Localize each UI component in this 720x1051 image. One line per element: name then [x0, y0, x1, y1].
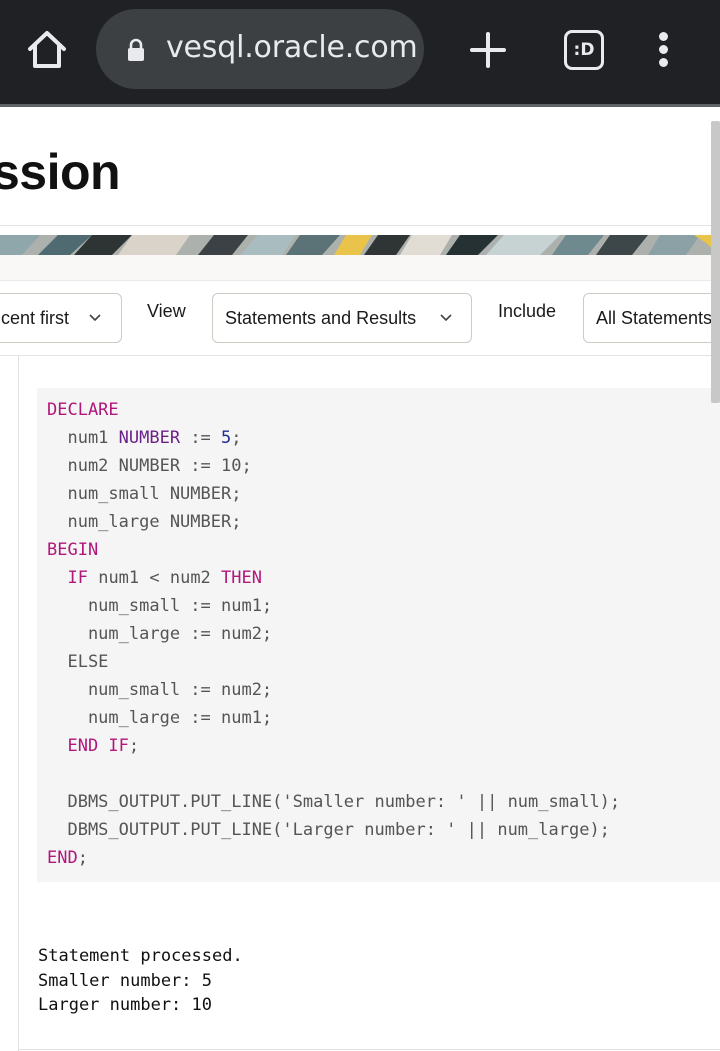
- page-content: ssion cent first View Statements and Res…: [0, 107, 720, 1051]
- title-divider: [0, 225, 720, 226]
- code-line: END IF;: [67, 736, 140, 756]
- output-line: Smaller number: 5: [38, 970, 212, 991]
- chevron-down-icon: [89, 314, 101, 322]
- browser-menu-button[interactable]: [648, 28, 680, 72]
- code-line: DBMS_OUTPUT.PUT_LINE('Smaller number: ' …: [47, 792, 621, 812]
- result-divider: [18, 1049, 720, 1050]
- home-icon: [28, 31, 66, 68]
- results-gutter: [18, 356, 19, 1051]
- toolbar-band: [0, 255, 720, 281]
- include-select[interactable]: All Statements: [583, 293, 720, 343]
- view-select-value: Statements and Results: [225, 308, 417, 328]
- code-line: IF num1 < num2 THEN: [67, 568, 262, 588]
- output-line: Statement processed.: [38, 946, 243, 966]
- code-line: num_large := num2;: [47, 624, 273, 644]
- new-tab-button[interactable]: [466, 28, 510, 72]
- filter-row: cent first View Statements and Results I…: [0, 281, 720, 355]
- code-line: num_large NUMBER;: [47, 512, 242, 532]
- output-line: Larger number: 10: [38, 995, 212, 1015]
- code-line: num_small := num1;: [47, 596, 273, 616]
- statement-output: Statement processed. Smaller number: 5 L…: [38, 944, 243, 1018]
- page-title: ssion: [0, 144, 121, 200]
- include-select-value: All Statements: [596, 308, 713, 328]
- code-line: DECLARE: [47, 400, 119, 420]
- view-select[interactable]: Statements and Results: [212, 293, 472, 343]
- sql-statement[interactable]: DECLARE num1 NUMBER := 5; num2 NUMBER :=…: [37, 388, 720, 882]
- code-line: num_small := num2;: [47, 680, 273, 700]
- order-select[interactable]: cent first: [0, 293, 122, 343]
- code-line: num_small NUMBER;: [47, 484, 242, 504]
- filter-row-divider: [0, 355, 720, 356]
- home-button[interactable]: [24, 28, 70, 72]
- code-line: BEGIN: [47, 540, 99, 560]
- decorative-banner: [0, 235, 720, 255]
- plus-icon: [470, 32, 506, 68]
- tab-switcher-icon: :D: [573, 40, 595, 60]
- code-line: num2 NUMBER := 10;: [47, 456, 252, 476]
- page-scrollbar[interactable]: [711, 121, 720, 403]
- code-line: DBMS_OUTPUT.PUT_LINE('Larger number: ' |…: [47, 820, 610, 840]
- lock-icon: [124, 38, 148, 62]
- code-line: ELSE: [47, 652, 109, 672]
- order-select-value: cent first: [1, 308, 70, 328]
- browser-toolbar: vesql.oracle.com :D: [0, 0, 720, 106]
- code-line: num1 NUMBER := 5;: [47, 428, 242, 448]
- tab-switcher-button[interactable]: :D: [564, 30, 604, 70]
- include-label: Include: [498, 301, 557, 321]
- view-label: View: [147, 301, 186, 321]
- chevron-down-icon: [440, 314, 452, 322]
- code-line: num_large := num1;: [47, 708, 273, 728]
- url-text[interactable]: vesql.oracle.com: [166, 30, 418, 65]
- code-line: END;: [47, 848, 88, 868]
